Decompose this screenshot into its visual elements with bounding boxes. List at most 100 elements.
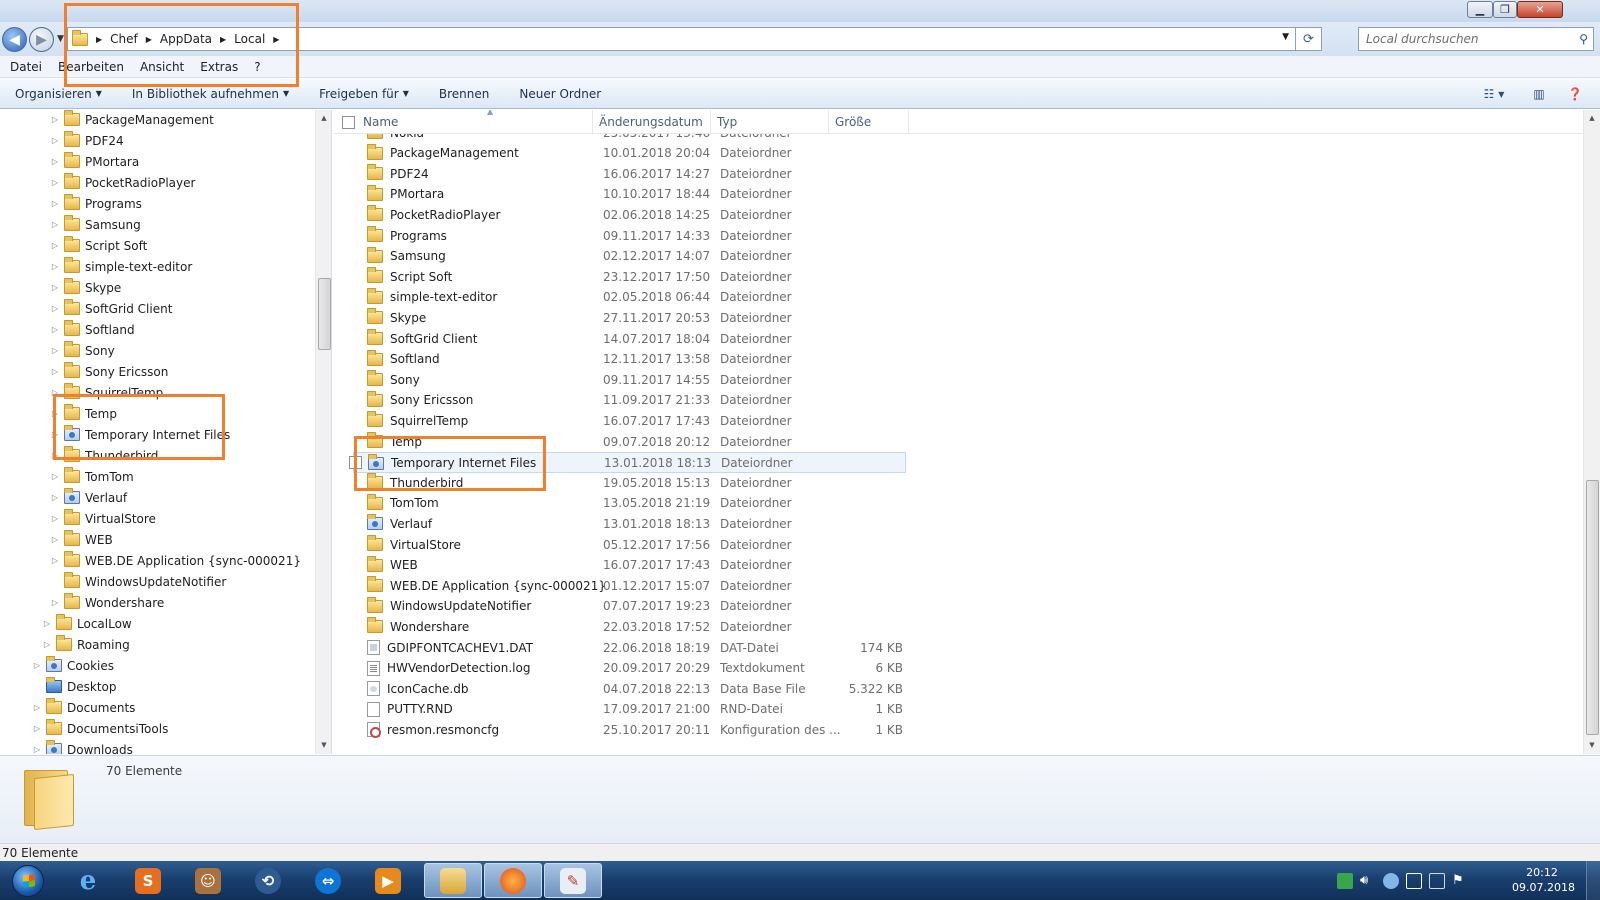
column-type[interactable]: Typ — [711, 110, 829, 134]
tree-item[interactable]: ▷ Roaming — [42, 634, 130, 655]
expand-icon[interactable]: ▷ — [50, 241, 60, 250]
taskbar-teamviewer[interactable]: ⇔ — [300, 863, 356, 898]
column-name[interactable]: Name ▲ — [357, 110, 593, 134]
file-row[interactable]: PUTTY.RND 17.09.2017 21:00 RND-Datei 1 KB — [353, 699, 906, 720]
expand-icon[interactable]: ▷ — [50, 367, 60, 376]
expand-icon[interactable]: ▷ — [50, 598, 60, 607]
taskbar-media-player[interactable]: ▶ — [360, 863, 416, 898]
file-row[interactable]: SquirrelTemp 16.07.2017 17:43 Dateiordner — [353, 410, 906, 431]
tree-item[interactable]: ▷ Verlauf — [50, 487, 127, 508]
expand-icon[interactable]: ▷ — [50, 136, 60, 145]
file-row[interactable]: Script Soft 23.12.2017 17:50 Dateiordner — [353, 266, 906, 287]
nav-scrollbar[interactable]: ▲ ▼ — [315, 110, 331, 754]
file-row[interactable]: WEB.DE Application {sync-000021} 01.12.20… — [353, 575, 906, 596]
view-options-button[interactable]: ☷ ▼ — [1476, 83, 1512, 105]
organize-button[interactable]: Organisieren ▼ — [0, 87, 117, 101]
file-row[interactable]: PDF24 16.06.2017 14:27 Dateiordner — [353, 163, 906, 184]
tree-item[interactable]: ▷ Skype — [50, 277, 121, 298]
file-row[interactable]: Wondershare 22.03.2018 17:52 Dateiordner — [353, 616, 906, 637]
help-button[interactable]: ❓ — [1564, 83, 1586, 105]
tree-item[interactable]: ▷ DocumentsiTools — [32, 718, 168, 739]
burn-button[interactable]: Brennen — [424, 87, 504, 101]
file-row[interactable]: Softland 12.11.2017 13:58 Dateiordner — [353, 349, 906, 370]
expand-icon[interactable]: ▷ — [42, 619, 52, 628]
expand-icon[interactable]: ▷ — [50, 115, 60, 124]
tree-item[interactable]: Desktop — [32, 676, 117, 697]
tree-item[interactable]: WindowsUpdateNotifier — [50, 571, 226, 592]
file-row[interactable]: HWVendorDetection.log 20.09.2017 20:29 Tex… — [353, 658, 906, 679]
tree-item[interactable]: ▷ PocketRadioPlayer — [50, 172, 195, 193]
preview-pane-button[interactable]: ▥ — [1528, 83, 1550, 105]
breadcrumb-chef[interactable]: Chef — [105, 28, 143, 50]
menu-datei[interactable]: Datei — [2, 60, 50, 74]
file-row[interactable]: Temp 09.07.2018 20:12 Dateiordner — [353, 431, 906, 452]
expand-icon[interactable]: ▷ — [50, 535, 60, 544]
tree-item[interactable]: ▷ Sony — [50, 340, 115, 361]
file-scroll-thumb[interactable] — [1586, 480, 1599, 735]
expand-icon[interactable]: ▷ — [50, 157, 60, 166]
volume-icon[interactable]: 🔊︎ — [1360, 873, 1376, 889]
expand-icon[interactable]: ▷ — [50, 283, 60, 292]
close-button[interactable]: ✕ — [1517, 1, 1563, 18]
expand-icon[interactable]: ▷ — [32, 703, 42, 712]
menu-extras[interactable]: Extras — [192, 60, 246, 74]
tree-item[interactable]: ▷ WEB — [50, 529, 113, 550]
breadcrumb-local[interactable]: Local — [229, 28, 270, 50]
row-checkbox[interactable] — [349, 455, 362, 469]
file-row[interactable]: Thunderbird 19.05.2018 15:13 Dateiordner — [353, 472, 906, 493]
scroll-down-icon[interactable]: ▼ — [316, 737, 331, 753]
breadcrumb-separator-icon[interactable]: ▶ — [270, 35, 282, 44]
expand-icon[interactable]: ▷ — [50, 514, 60, 523]
expand-icon[interactable]: ▷ — [50, 262, 60, 271]
scroll-up-icon[interactable]: ▲ — [1584, 110, 1600, 126]
expand-icon[interactable]: ▷ — [32, 724, 42, 733]
breadcrumb-separator-icon[interactable]: ▶ — [217, 35, 229, 44]
file-row[interactable]: IconCache.db 04.07.2018 22:13 Data Base Fi… — [353, 678, 906, 699]
tree-item[interactable]: ▷ Sony Ericsson — [50, 361, 168, 382]
device-icon[interactable] — [1429, 872, 1445, 889]
file-row[interactable]: PocketRadioPlayer 02.06.2018 14:25 Dateior… — [353, 204, 906, 225]
taskbar-app-s[interactable]: S — [120, 863, 176, 898]
tree-item[interactable]: ▷ LocalLow — [42, 613, 132, 634]
scroll-up-icon[interactable]: ▲ — [316, 110, 331, 126]
expand-icon[interactable]: ▷ — [50, 388, 60, 397]
expand-icon[interactable]: ▷ — [50, 346, 60, 355]
tree-item[interactable]: ▷ WEB.DE Application {sync-000021} — [50, 550, 301, 571]
taskbar-paint[interactable]: ✎ — [544, 863, 602, 898]
breadcrumb-appdata[interactable]: AppData — [155, 28, 217, 50]
expand-icon[interactable]: ▷ — [50, 409, 60, 418]
tree-item[interactable]: ▷ Samsung — [50, 214, 141, 235]
tree-item[interactable]: ▷ Script Soft — [50, 235, 147, 256]
file-row[interactable]: PMortara 10.10.2017 18:44 Dateiordner — [353, 184, 906, 205]
expand-icon[interactable]: ▷ — [50, 430, 60, 439]
file-list-scrollbar[interactable]: ▲ ▼ — [1583, 110, 1600, 754]
tree-item[interactable]: ▷ Documents — [32, 697, 135, 718]
taskbar-explorer[interactable] — [424, 863, 482, 898]
cloud-icon[interactable] — [1383, 872, 1399, 889]
file-row[interactable]: PackageManagement 10.01.2018 20:04 Dateior… — [353, 143, 906, 164]
expand-icon[interactable]: ▷ — [50, 556, 60, 565]
tree-item[interactable]: ▷ PackageManagement — [50, 110, 214, 130]
tree-item[interactable]: ▷ simple-text-editor — [50, 256, 192, 277]
tree-item[interactable]: ▷ Cookies — [32, 655, 114, 676]
tree-item[interactable]: ▷ SquirrelTemp — [50, 382, 163, 403]
action-center-flag-icon[interactable]: ⚑ — [1452, 873, 1468, 889]
menu-help[interactable]: ? — [246, 60, 268, 74]
file-row[interactable]: Programs 09.11.2017 14:33 Dateiordner — [353, 225, 906, 246]
tree-item[interactable]: ▷ Softland — [50, 319, 135, 340]
expand-icon[interactable]: ▷ — [50, 199, 60, 208]
expand-icon[interactable]: ▷ — [50, 325, 60, 334]
file-row[interactable]: Sony Ericsson 11.09.2017 21:33 Dateiordner — [353, 390, 906, 411]
expand-icon[interactable]: ▷ — [50, 220, 60, 229]
file-row[interactable]: WEB 16.07.2017 17:43 Dateiordner — [353, 555, 906, 576]
column-size[interactable]: Größe — [829, 110, 909, 134]
tree-item[interactable]: ▷ Downloads — [32, 739, 133, 754]
file-row[interactable]: VirtualStore 05.12.2017 17:56 Dateiordner — [353, 534, 906, 555]
share-button[interactable]: Freigeben für ▼ — [304, 87, 424, 101]
tree-item[interactable]: ▷ PMortara — [50, 151, 139, 172]
file-row[interactable]: Verlauf 13.01.2018 18:13 Dateiordner — [353, 513, 906, 534]
column-date[interactable]: Änderungsdatum — [593, 110, 711, 134]
show-desktop-button[interactable] — [1586, 861, 1600, 900]
refresh-button[interactable]: ⟳ — [1295, 27, 1321, 51]
menu-bearbeiten[interactable]: Bearbeiten — [50, 60, 132, 74]
